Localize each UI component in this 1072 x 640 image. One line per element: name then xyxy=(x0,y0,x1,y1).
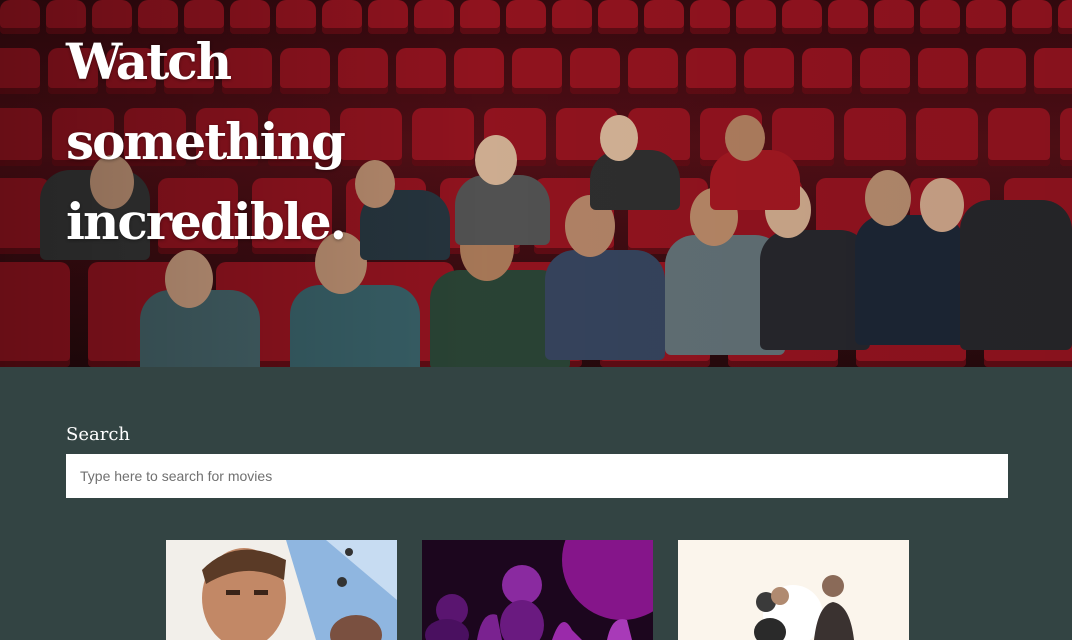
hero-banner: Watch something incredible. xyxy=(0,0,1072,367)
movie-grid xyxy=(166,540,909,640)
search-section: Search xyxy=(66,424,1008,498)
drama-movie-poster xyxy=(678,540,909,640)
action-movie-poster xyxy=(166,540,397,640)
hero-title: Watch something incredible. xyxy=(66,32,347,251)
movie-card-2[interactable] xyxy=(422,540,653,640)
search-label: Search xyxy=(66,424,130,445)
search-input[interactable] xyxy=(66,454,1008,498)
movie-card-3[interactable] xyxy=(678,540,909,640)
animated-movie-poster xyxy=(422,540,653,640)
movie-card-1[interactable] xyxy=(166,540,397,640)
